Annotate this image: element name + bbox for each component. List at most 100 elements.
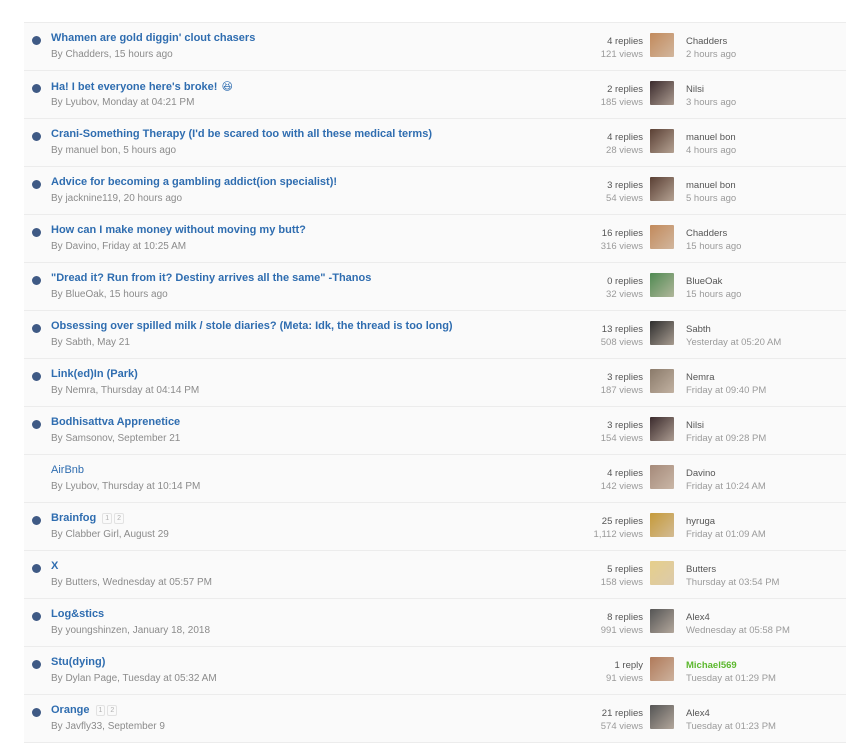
thread-row[interactable]: Link(ed)In (Park) By Nemra, Thursday at 0… [24,359,846,407]
last-poster-name[interactable]: manuel bon [686,131,736,144]
last-poster-name[interactable]: Alex4 [686,611,790,624]
last-poster-name[interactable]: Michael569 [686,659,776,672]
last-poster-name[interactable]: hyruga [686,515,766,528]
thread-title-link[interactable]: Link(ed)In (Park) [51,368,138,380]
last-poster-avatar[interactable] [650,369,674,393]
thread-title[interactable]: Brainfog [51,512,96,524]
page-link-2[interactable]: 2 [107,705,118,716]
thread-row[interactable]: Bodhisattva Apprenetice By Samsonov, Sept… [24,407,846,455]
thread-row[interactable]: Brainfog 1 2 By Clabber Girl, August 29 25 r… [24,503,846,551]
last-poster-avatar[interactable] [650,177,674,201]
thread-title-link[interactable]: Stu(dying) [51,656,105,668]
thread-title-link[interactable]: "Dread it? Run from it? Destiny arrives … [51,272,371,284]
last-post-time[interactable]: Thursday at 03:54 PM [686,576,779,589]
thread-title-link[interactable]: Crani-Something Therapy (I'd be scared t… [51,128,432,140]
last-poster-avatar[interactable] [650,609,674,633]
last-poster-name[interactable]: Nemra [686,371,766,384]
thread-row[interactable]: How can I make money without moving my b… [24,215,846,263]
last-post-time[interactable]: Wednesday at 05:58 PM [686,624,790,637]
thread-title-link[interactable]: How can I make money without moving my b… [51,224,306,236]
last-poster-avatar[interactable] [650,33,674,57]
thread-title-link[interactable]: Ha! I bet everyone here's broke! 😆 [51,80,233,93]
thread-row[interactable]: Whamen are gold diggin' clout chasers By … [24,23,846,71]
last-post-time[interactable]: Tuesday at 01:29 PM [686,672,776,685]
thread-title[interactable]: Log&stics [51,608,104,620]
thread-row[interactable]: X By Butters, Wednesday at 05:57 PM 5 repl… [24,551,846,599]
last-poster-avatar[interactable] [650,417,674,441]
thread-meta: By Chadders, 15 hours ago [51,49,173,60]
thread-list: Whamen are gold diggin' clout chasers By … [24,22,846,743]
last-poster-name[interactable]: Sabth [686,323,781,336]
last-poster-name[interactable]: Chadders [686,35,736,48]
page-link-1[interactable]: 1 [102,513,113,524]
thread-title[interactable]: Advice for becoming a gambling addict(io… [51,176,337,188]
last-post-time[interactable]: 15 hours ago [686,288,741,301]
thread-row[interactable]: AirBnb By Lyubov, Thursday at 10:14 PM 4 r… [24,455,846,503]
last-post-time[interactable]: Yesterday at 05:20 AM [686,336,781,349]
thread-row[interactable]: Obsessing over spilled milk / stole diar… [24,311,846,359]
last-poster-avatar[interactable] [650,513,674,537]
thread-row[interactable]: Crani-Something Therapy (I'd be scared t… [24,119,846,167]
page-link-2[interactable]: 2 [114,513,125,524]
thread-row[interactable]: Stu(dying) By Dylan Page, Tuesday at 05:3… [24,647,846,695]
thread-title[interactable]: Stu(dying) [51,656,105,668]
last-post-time[interactable]: Tuesday at 01:23 PM [686,720,776,733]
last-poster-name[interactable]: Nilsi [686,419,766,432]
last-poster-name[interactable]: Nilsi [686,83,736,96]
thread-title[interactable]: How can I make money without moving my b… [51,224,306,236]
thread-title-link[interactable]: X [51,560,58,572]
last-poster-avatar[interactable] [650,273,674,297]
last-poster-avatar[interactable] [650,705,674,729]
thread-title-link[interactable]: Brainfog 1 2 [51,512,126,524]
last-poster-avatar[interactable] [650,465,674,489]
thread-title[interactable]: Link(ed)In (Park) [51,368,138,380]
page-link-1[interactable]: 1 [95,705,106,716]
thread-title[interactable]: Bodhisattva Apprenetice [51,416,180,428]
last-post-time[interactable]: Friday at 10:24 AM [686,480,766,493]
last-post-time[interactable]: Friday at 01:09 AM [686,528,766,541]
thread-title[interactable]: Whamen are gold diggin' clout chasers [51,32,255,44]
last-poster-name[interactable]: Chadders [686,227,741,240]
last-poster-avatar[interactable] [650,321,674,345]
last-post-time[interactable]: 3 hours ago [686,96,736,109]
view-count: 185 views [600,97,643,108]
thread-row[interactable]: Log&stics By youngshinzen, January 18, 20… [24,599,846,647]
thread-row[interactable]: Ha! I bet everyone here's broke! 😆 By Lyub… [24,71,846,119]
view-count: 121 views [600,49,643,60]
thread-title[interactable]: "Dread it? Run from it? Destiny arrives … [51,272,371,284]
last-poster-avatar[interactable] [650,561,674,585]
thread-row[interactable]: Orange 1 2 By Javfly33, September 9 21 repli… [24,695,846,743]
last-poster-avatar[interactable] [650,225,674,249]
page-jump-links: 12 [102,512,126,524]
thread-title[interactable]: Orange [51,704,90,716]
last-poster-name[interactable]: Butters [686,563,779,576]
thread-title[interactable]: AirBnb [51,464,84,476]
last-post-info: Alex4 Tuesday at 01:23 PM [686,707,776,733]
last-poster-avatar[interactable] [650,657,674,681]
last-post-time[interactable]: 15 hours ago [686,240,741,253]
last-poster-name[interactable]: manuel bon [686,179,736,192]
thread-title-link[interactable]: Bodhisattva Apprenetice [51,416,180,428]
last-post-time[interactable]: 5 hours ago [686,192,736,205]
thread-title-link[interactable]: Orange 1 2 [51,704,119,716]
thread-row[interactable]: "Dread it? Run from it? Destiny arrives … [24,263,846,311]
last-post-time[interactable]: 4 hours ago [686,144,736,157]
thread-title[interactable]: Obsessing over spilled milk / stole diar… [51,320,453,332]
last-poster-name[interactable]: Davino [686,467,766,480]
last-poster-name[interactable]: Alex4 [686,707,776,720]
last-poster-avatar[interactable] [650,81,674,105]
last-post-time[interactable]: 2 hours ago [686,48,736,61]
thread-title[interactable]: Crani-Something Therapy (I'd be scared t… [51,128,432,140]
last-post-time[interactable]: Friday at 09:28 PM [686,432,766,445]
thread-title[interactable]: Ha! I bet everyone here's broke! [51,81,217,93]
thread-row[interactable]: Advice for becoming a gambling addict(io… [24,167,846,215]
thread-title-link[interactable]: Log&stics [51,608,104,620]
thread-title-link[interactable]: Whamen are gold diggin' clout chasers [51,32,255,44]
thread-title-link[interactable]: Advice for becoming a gambling addict(io… [51,176,337,188]
thread-title-link[interactable]: Obsessing over spilled milk / stole diar… [51,320,453,332]
last-poster-name[interactable]: BlueOak [686,275,741,288]
thread-title[interactable]: X [51,560,58,572]
thread-title-link[interactable]: AirBnb [51,464,84,476]
last-poster-avatar[interactable] [650,129,674,153]
last-post-time[interactable]: Friday at 09:40 PM [686,384,766,397]
